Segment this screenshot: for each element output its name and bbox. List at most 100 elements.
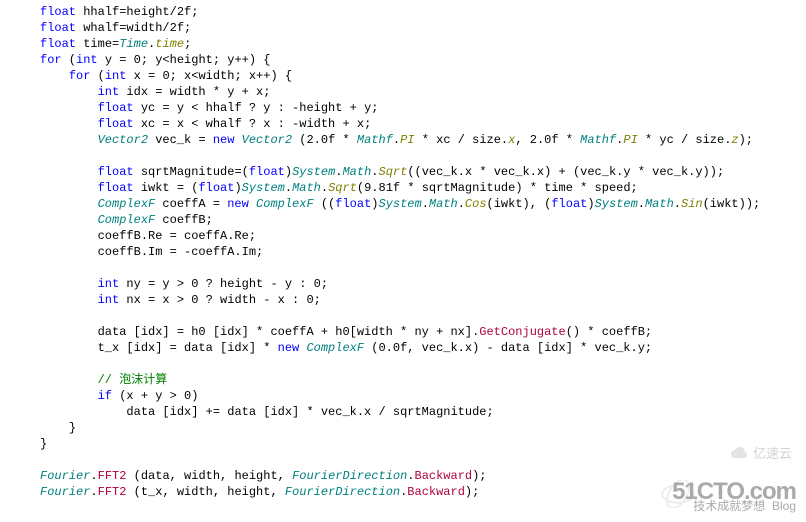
code-token: Vector2	[242, 133, 292, 147]
code-token: PI	[400, 133, 414, 147]
code-token: Math	[645, 197, 674, 211]
code-token: GetConjugate	[479, 325, 565, 339]
code-token: float	[40, 37, 76, 51]
watermark-alt: 亿速云	[729, 446, 792, 462]
code-token: System	[242, 181, 285, 195]
code-token: float	[335, 197, 371, 211]
code-token: * yc / size.	[638, 133, 732, 147]
code-token: Sqrt	[328, 181, 357, 195]
code-token: .	[321, 181, 328, 195]
code-token: .	[458, 197, 465, 211]
code-token: , 2.0f *	[515, 133, 580, 147]
code-token: hhalf=height/2f;	[76, 5, 198, 19]
code-token: for	[40, 53, 62, 67]
code-token: Math	[429, 197, 458, 211]
code-token: Mathf	[357, 133, 393, 147]
code-token: );	[472, 469, 486, 483]
code-token: int	[76, 53, 98, 67]
code-token	[249, 197, 256, 211]
code-token: * xc / size.	[415, 133, 509, 147]
code-token: Vector2	[98, 133, 148, 147]
code-token: coeffB;	[155, 213, 213, 227]
code-token: int	[98, 293, 120, 307]
watermark-logo-icon	[660, 480, 696, 508]
code-token: vec_k =	[148, 133, 213, 147]
code-token: ComplexF	[98, 213, 156, 227]
code-token: ;	[184, 37, 191, 51]
code-token: float	[198, 181, 234, 195]
code-token: )	[285, 165, 292, 179]
code-token: data [idx] += data [idx] * vec_k.x / sqr…	[126, 405, 493, 419]
code-token: FourierDirection	[285, 485, 400, 499]
code-token: Cos	[465, 197, 487, 211]
code-token: Backward	[407, 485, 465, 499]
code-token: Sqrt	[379, 165, 408, 179]
code-token: float	[98, 181, 134, 195]
code-token: .	[90, 469, 97, 483]
code-token: int	[98, 85, 120, 99]
watermark-alt-text: 亿速云	[753, 446, 792, 461]
code-token: iwkt = (	[134, 181, 199, 195]
code-token: .	[674, 197, 681, 211]
code-token: nx = x > 0 ? width - x : 0;	[119, 293, 321, 307]
code-token: coeffB.Re = coeffA.Re;	[98, 229, 256, 243]
code-token: FFT2	[98, 469, 127, 483]
code-token: float	[40, 21, 76, 35]
code-token: idx = width * y + x;	[119, 85, 270, 99]
watermark-sub-left: 技术成就梦想	[693, 499, 765, 513]
code-token: .	[422, 197, 429, 211]
code-token: ny = y > 0 ? height - y : 0;	[119, 277, 328, 291]
code-token: float	[98, 117, 134, 131]
code-token: Math	[342, 165, 371, 179]
code-token: (t_x, width, height,	[126, 485, 284, 499]
code-token: )	[587, 197, 594, 211]
code-token: ((vec_k.x * vec_k.x) + (vec_k.y * vec_k.…	[407, 165, 724, 179]
code-token: new	[227, 197, 249, 211]
code-token: ComplexF	[306, 341, 364, 355]
code-token: (data, width, height,	[126, 469, 292, 483]
code-token: .	[407, 469, 414, 483]
code-token: coeffA =	[155, 197, 227, 211]
cloud-icon	[729, 446, 749, 460]
code-token: ((	[314, 197, 336, 211]
code-token: }	[40, 437, 47, 451]
code-token: yc = y < hhalf ? y : -height + y;	[134, 101, 379, 115]
code-block: float hhalf=height/2f; float whalf=width…	[0, 0, 806, 500]
code-token: ComplexF	[98, 197, 156, 211]
code-token: x = 0; x<width; x++) {	[126, 69, 292, 83]
code-token: (	[62, 53, 76, 67]
code-token: float	[249, 165, 285, 179]
code-token: () * coeffB;	[566, 325, 652, 339]
code-token: );	[465, 485, 479, 499]
code-token: y = 0; y<height; y++) {	[98, 53, 271, 67]
code-token: (x + y > 0)	[112, 389, 198, 403]
code-token: ComplexF	[256, 197, 314, 211]
code-token: (	[90, 69, 104, 83]
code-token: coeffB.Im = -coeffA.Im;	[98, 245, 264, 259]
code-token: float	[40, 5, 76, 19]
code-token: )	[234, 181, 241, 195]
code-token: float	[98, 101, 134, 115]
code-token: whalf=width/2f;	[76, 21, 191, 35]
code-token	[234, 133, 241, 147]
code-token: Math	[292, 181, 321, 195]
code-token: new	[213, 133, 235, 147]
code-token: time	[155, 37, 184, 51]
code-token: FourierDirection	[292, 469, 407, 483]
code-token: .	[371, 165, 378, 179]
code-token: PI	[623, 133, 637, 147]
code-token: Mathf	[580, 133, 616, 147]
code-token: .	[90, 485, 97, 499]
code-token: Fourier	[40, 469, 90, 483]
watermark-sub-right: Blog	[772, 499, 796, 513]
code-token: float	[551, 197, 587, 211]
code-token: Backward	[415, 469, 473, 483]
code-token: (iwkt));	[703, 197, 761, 211]
code-token: FFT2	[98, 485, 127, 499]
code-token: float	[98, 165, 134, 179]
code-token: sqrtMagnitude=(	[134, 165, 249, 179]
code-token: (9.81f * sqrtMagnitude) * time * speed;	[357, 181, 638, 195]
code-token: int	[105, 69, 127, 83]
code-token: .	[285, 181, 292, 195]
code-token: }	[69, 421, 76, 435]
